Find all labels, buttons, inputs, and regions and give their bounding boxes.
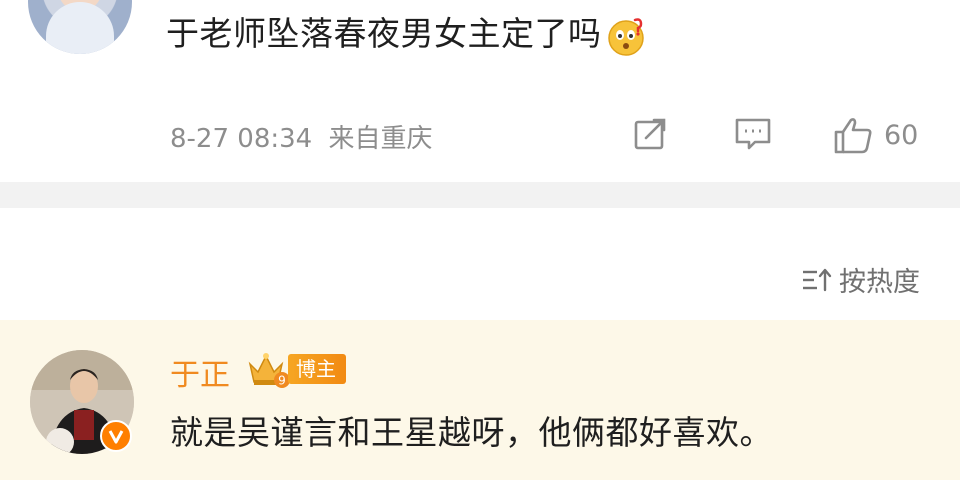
sort-icon [803,268,832,291]
replier-username[interactable]: 于正 [170,350,230,394]
sort-label: 按热度 [839,267,920,298]
post-text: 于老师坠落春夜男女主定了吗 [166,8,648,60]
post-location: 来自重庆 [328,124,433,154]
thumbs-up-icon [834,118,872,154]
comment-button[interactable] [733,114,773,152]
comments-header: 按热度 [0,208,960,320]
author-reply-comment: 于正 9 博主 就是吴谨言和王星越呀，他俩都好喜欢。 [0,320,960,480]
section-divider [0,182,960,208]
sort-by-hot-button[interactable]: 按热度 [801,260,920,299]
share-icon [634,118,666,150]
verified-badge-icon [100,420,132,452]
post-author-avatar[interactable] [28,0,132,54]
post-text-content: 于老师坠落春夜男女主定了吗 [166,14,602,53]
crown-level-number: 9 [278,374,286,388]
author-badge: 博主 [288,354,346,384]
like-count: 60 [884,119,919,151]
share-button[interactable] [632,114,670,152]
crown-level-icon: 9 [248,353,290,388]
comment-icon [735,118,771,150]
like-button[interactable]: 60 [832,114,918,156]
post-card: 于老师坠落春夜男女主定了吗 8-27 08:34 来自重庆 60 [0,0,960,182]
post-meta: 8-27 08:34 来自重庆 [170,118,432,155]
reply-text: 就是吴谨言和王星越呀，他俩都好喜欢。 [170,413,773,452]
post-timestamp: 8-27 08:34 [170,124,313,154]
thinking-question-emoji-icon [607,17,644,56]
